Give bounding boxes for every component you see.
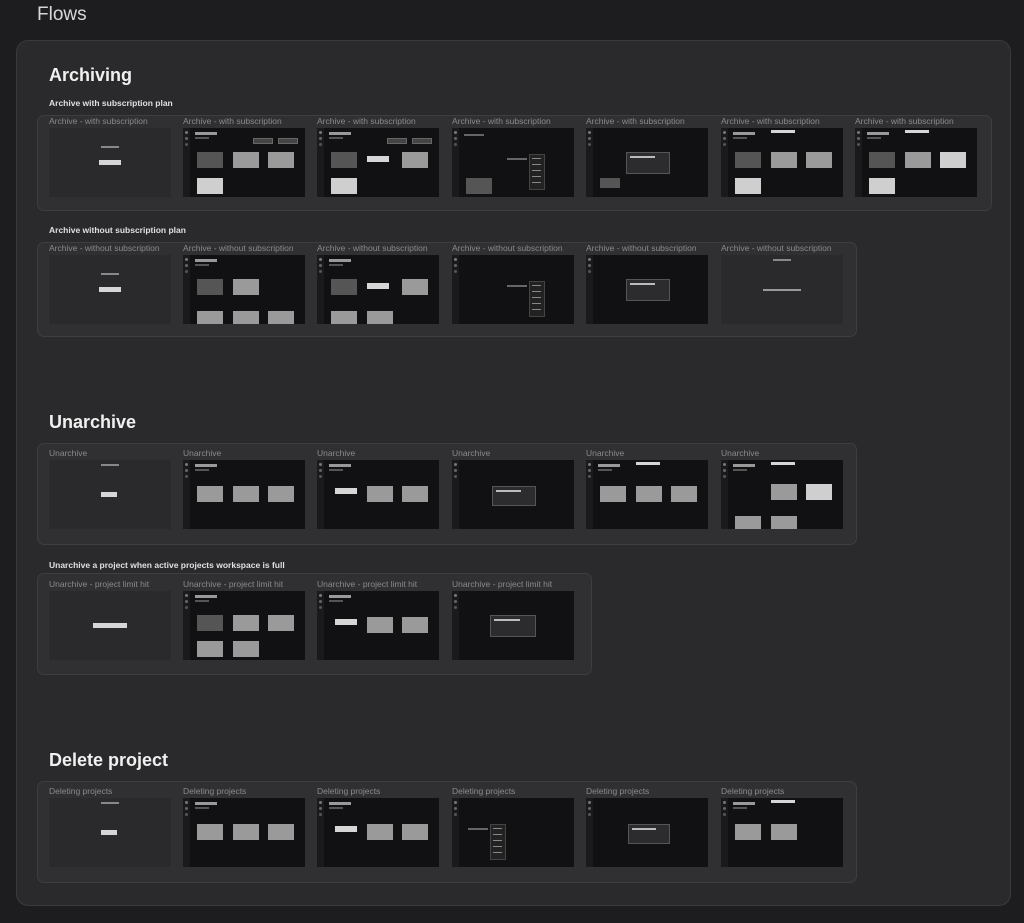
frame-thumbnail[interactable] bbox=[452, 460, 574, 529]
frame-thumbnail[interactable] bbox=[49, 591, 171, 660]
frame-thumbnail[interactable] bbox=[49, 798, 171, 867]
frame-title: Unarchive bbox=[49, 448, 88, 458]
frame-title: Unarchive bbox=[452, 448, 491, 458]
frame-title: Deleting projects bbox=[183, 786, 247, 796]
frame-title: Deleting projects bbox=[452, 786, 516, 796]
frame-thumbnail[interactable] bbox=[586, 460, 708, 529]
frame-title: Deleting projects bbox=[317, 786, 381, 796]
frame-thumbnail[interactable] bbox=[586, 255, 708, 324]
frame-title: Deleting projects bbox=[721, 786, 785, 796]
frame-title: Archive - without subscription bbox=[183, 243, 294, 253]
frame-title: Unarchive bbox=[586, 448, 625, 458]
flow-label-archive-with-subscription: Archive with subscription plan bbox=[49, 98, 173, 108]
flow-label-unarchive-limit: Unarchive a project when active projects… bbox=[49, 560, 285, 570]
flow-label-archive-without-subscription: Archive without subscription plan bbox=[49, 225, 186, 235]
frame-title: Archive - without subscription bbox=[317, 243, 428, 253]
frame-title: Archive - with subscription bbox=[183, 116, 282, 126]
frame-title: Archive - with subscription bbox=[49, 116, 148, 126]
frame-thumbnail[interactable] bbox=[317, 460, 439, 529]
frame-thumbnail[interactable] bbox=[452, 128, 574, 197]
frame-title: Archive - with subscription bbox=[317, 116, 416, 126]
frame-title: Archive - without subscription bbox=[49, 243, 160, 253]
frame-thumbnail[interactable] bbox=[183, 255, 305, 324]
frame-thumbnail[interactable] bbox=[317, 255, 439, 324]
frame-thumbnail[interactable] bbox=[721, 798, 843, 867]
frame-thumbnail[interactable] bbox=[49, 128, 171, 197]
frame-thumbnail[interactable] bbox=[183, 591, 305, 660]
frame-thumbnail[interactable] bbox=[586, 128, 708, 197]
frame-title: Archive - with subscription bbox=[855, 116, 954, 126]
frame-thumbnail[interactable] bbox=[452, 255, 574, 324]
frame-thumbnail[interactable] bbox=[721, 128, 843, 197]
frame-thumbnail[interactable] bbox=[317, 798, 439, 867]
frame-thumbnail[interactable] bbox=[452, 798, 574, 867]
frame-title: Unarchive - project limit hit bbox=[452, 579, 553, 589]
frame-thumbnail[interactable] bbox=[452, 591, 574, 660]
frame-title: Archive - without subscription bbox=[586, 243, 697, 253]
frame-thumbnail[interactable] bbox=[317, 128, 439, 197]
frame-thumbnail[interactable] bbox=[183, 460, 305, 529]
frame-title: Unarchive bbox=[183, 448, 222, 458]
frame-thumbnail[interactable] bbox=[49, 255, 171, 324]
frame-title: Archive - with subscription bbox=[721, 116, 820, 126]
page-title: Flows bbox=[37, 4, 87, 25]
frame-title: Archive - with subscription bbox=[452, 116, 551, 126]
frame-title: Unarchive bbox=[317, 448, 356, 458]
section-title-unarchive: Unarchive bbox=[49, 412, 137, 432]
frame-thumbnail[interactable] bbox=[183, 798, 305, 867]
frame-title: Deleting projects bbox=[586, 786, 650, 796]
frame-thumbnail[interactable] bbox=[49, 460, 171, 529]
section-title-archiving: Archiving bbox=[49, 65, 133, 85]
frame-thumbnail[interactable] bbox=[586, 798, 708, 867]
frame-thumbnail[interactable] bbox=[855, 128, 977, 197]
frame-title: Archive - with subscription bbox=[586, 116, 685, 126]
frame-title: Unarchive - project limit hit bbox=[317, 579, 418, 589]
frame-thumbnail[interactable] bbox=[721, 255, 843, 324]
frame-title: Deleting projects bbox=[49, 786, 113, 796]
frame-title: Unarchive - project limit hit bbox=[183, 579, 284, 589]
frame-thumbnail[interactable] bbox=[721, 460, 843, 529]
frame-title: Unarchive bbox=[721, 448, 760, 458]
frame-title: Archive - without subscription bbox=[721, 243, 832, 253]
frame-title: Archive - without subscription bbox=[452, 243, 563, 253]
frame-title: Unarchive - project limit hit bbox=[49, 579, 150, 589]
section-title-delete-project: Delete project bbox=[49, 750, 169, 770]
frame-thumbnail[interactable] bbox=[317, 591, 439, 660]
frame-thumbnail[interactable] bbox=[183, 128, 305, 197]
